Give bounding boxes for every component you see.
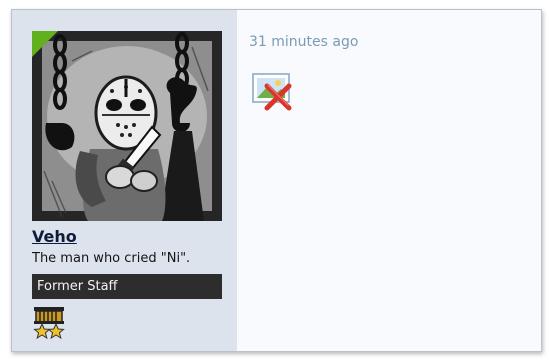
avatar-image (32, 31, 222, 221)
staff-rank-badge-icon (32, 305, 66, 340)
user-title: The man who cried "Ni". (32, 251, 191, 266)
username-link[interactable]: Veho (32, 227, 77, 246)
user-banner: Former Staff (32, 274, 222, 299)
author-sidebar: Veho The man who cried "Ni". Former Staf… (12, 10, 237, 351)
broken-image-icon[interactable] (251, 70, 295, 114)
user-avatar[interactable] (32, 31, 222, 221)
post-content-area: 31 minutes ago (237, 10, 541, 351)
online-status-marker (32, 31, 58, 57)
post-container: Veho The man who cried "Ni". Former Staf… (11, 9, 542, 352)
post-timestamp[interactable]: 31 minutes ago (249, 34, 358, 50)
